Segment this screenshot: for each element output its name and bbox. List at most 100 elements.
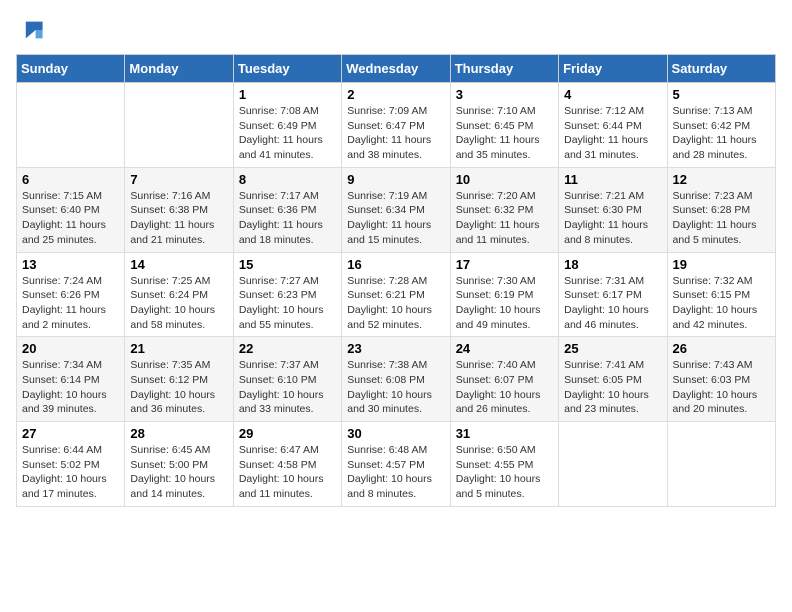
calendar-cell: 15 Sunrise: 7:27 AMSunset: 6:23 PMDayligh… xyxy=(233,252,341,337)
day-number: 5 xyxy=(673,87,770,102)
day-info: Sunrise: 7:20 AMSunset: 6:32 PMDaylight:… xyxy=(456,189,553,248)
calendar-cell xyxy=(125,83,233,168)
day-info: Sunrise: 7:13 AMSunset: 6:42 PMDaylight:… xyxy=(673,104,770,163)
day-info: Sunrise: 7:37 AMSunset: 6:10 PMDaylight:… xyxy=(239,358,336,417)
calendar-cell xyxy=(667,422,775,507)
calendar-cell: 4 Sunrise: 7:12 AMSunset: 6:44 PMDaylight… xyxy=(559,83,667,168)
day-number: 26 xyxy=(673,341,770,356)
day-number: 9 xyxy=(347,172,444,187)
day-number: 11 xyxy=(564,172,661,187)
day-number: 6 xyxy=(22,172,119,187)
logo-icon xyxy=(16,16,44,44)
day-info: Sunrise: 6:45 AMSunset: 5:00 PMDaylight:… xyxy=(130,443,227,502)
day-info: Sunrise: 6:47 AMSunset: 4:58 PMDaylight:… xyxy=(239,443,336,502)
day-info: Sunrise: 7:09 AMSunset: 6:47 PMDaylight:… xyxy=(347,104,444,163)
calendar-week-row: 27Sunrise: 6:44 AMSunset: 5:02 PMDayligh… xyxy=(17,422,776,507)
calendar-cell: 29 Sunrise: 6:47 AMSunset: 4:58 PMDayligh… xyxy=(233,422,341,507)
calendar-week-row: 6 Sunrise: 7:15 AMSunset: 6:40 PMDaylight… xyxy=(17,167,776,252)
day-number: 2 xyxy=(347,87,444,102)
calendar-week-row: 1 Sunrise: 7:08 AMSunset: 6:49 PMDaylight… xyxy=(17,83,776,168)
weekday-header-row: SundayMondayTuesdayWednesdayThursdayFrid… xyxy=(17,55,776,83)
day-number: 14 xyxy=(130,257,227,272)
day-info: Sunrise: 7:24 AMSunset: 6:26 PMDaylight:… xyxy=(22,274,119,333)
day-info: Sunrise: 7:16 AMSunset: 6:38 PMDaylight:… xyxy=(130,189,227,248)
day-info: Sunrise: 7:08 AMSunset: 6:49 PMDaylight:… xyxy=(239,104,336,163)
day-number: 1 xyxy=(239,87,336,102)
calendar-cell xyxy=(17,83,125,168)
day-info: Sunrise: 7:34 AMSunset: 6:14 PMDaylight:… xyxy=(22,358,119,417)
calendar-week-row: 13 Sunrise: 7:24 AMSunset: 6:26 PMDayligh… xyxy=(17,252,776,337)
calendar-cell xyxy=(559,422,667,507)
day-info: Sunrise: 7:31 AMSunset: 6:17 PMDaylight:… xyxy=(564,274,661,333)
day-info: Sunrise: 6:50 AMSunset: 4:55 PMDaylight:… xyxy=(456,443,553,502)
day-info: Sunrise: 7:17 AMSunset: 6:36 PMDaylight:… xyxy=(239,189,336,248)
weekday-header: Friday xyxy=(559,55,667,83)
day-number: 31 xyxy=(456,426,553,441)
weekday-header: Wednesday xyxy=(342,55,450,83)
day-info: Sunrise: 7:32 AMSunset: 6:15 PMDaylight:… xyxy=(673,274,770,333)
day-info: Sunrise: 7:35 AMSunset: 6:12 PMDaylight:… xyxy=(130,358,227,417)
day-number: 18 xyxy=(564,257,661,272)
calendar-cell: 9 Sunrise: 7:19 AMSunset: 6:34 PMDaylight… xyxy=(342,167,450,252)
calendar-cell: 27Sunrise: 6:44 AMSunset: 5:02 PMDayligh… xyxy=(17,422,125,507)
calendar-cell: 20 Sunrise: 7:34 AMSunset: 6:14 PMDayligh… xyxy=(17,337,125,422)
calendar-cell: 11 Sunrise: 7:21 AMSunset: 6:30 PMDayligh… xyxy=(559,167,667,252)
calendar-cell: 5 Sunrise: 7:13 AMSunset: 6:42 PMDaylight… xyxy=(667,83,775,168)
day-number: 8 xyxy=(239,172,336,187)
day-info: Sunrise: 6:48 AMSunset: 4:57 PMDaylight:… xyxy=(347,443,444,502)
weekday-header: Tuesday xyxy=(233,55,341,83)
day-number: 16 xyxy=(347,257,444,272)
day-number: 24 xyxy=(456,341,553,356)
weekday-header: Saturday xyxy=(667,55,775,83)
calendar-cell: 1 Sunrise: 7:08 AMSunset: 6:49 PMDaylight… xyxy=(233,83,341,168)
calendar-cell: 25 Sunrise: 7:41 AMSunset: 6:05 PMDayligh… xyxy=(559,337,667,422)
day-info: Sunrise: 7:12 AMSunset: 6:44 PMDaylight:… xyxy=(564,104,661,163)
calendar-cell: 13 Sunrise: 7:24 AMSunset: 6:26 PMDayligh… xyxy=(17,252,125,337)
day-number: 15 xyxy=(239,257,336,272)
calendar-cell: 12 Sunrise: 7:23 AMSunset: 6:28 PMDayligh… xyxy=(667,167,775,252)
day-number: 20 xyxy=(22,341,119,356)
weekday-header: Monday xyxy=(125,55,233,83)
day-number: 13 xyxy=(22,257,119,272)
day-info: Sunrise: 7:38 AMSunset: 6:08 PMDaylight:… xyxy=(347,358,444,417)
day-info: Sunrise: 7:40 AMSunset: 6:07 PMDaylight:… xyxy=(456,358,553,417)
weekday-header: Thursday xyxy=(450,55,558,83)
calendar-cell: 18 Sunrise: 7:31 AMSunset: 6:17 PMDayligh… xyxy=(559,252,667,337)
logo xyxy=(16,16,48,44)
day-info: Sunrise: 7:19 AMSunset: 6:34 PMDaylight:… xyxy=(347,189,444,248)
day-info: Sunrise: 7:10 AMSunset: 6:45 PMDaylight:… xyxy=(456,104,553,163)
day-number: 22 xyxy=(239,341,336,356)
day-info: Sunrise: 7:15 AMSunset: 6:40 PMDaylight:… xyxy=(22,189,119,248)
day-number: 17 xyxy=(456,257,553,272)
calendar-cell: 30 Sunrise: 6:48 AMSunset: 4:57 PMDayligh… xyxy=(342,422,450,507)
page-header xyxy=(16,16,776,44)
day-number: 3 xyxy=(456,87,553,102)
calendar-cell: 28 Sunrise: 6:45 AMSunset: 5:00 PMDayligh… xyxy=(125,422,233,507)
day-info: Sunrise: 7:27 AMSunset: 6:23 PMDaylight:… xyxy=(239,274,336,333)
calendar-cell: 24 Sunrise: 7:40 AMSunset: 6:07 PMDayligh… xyxy=(450,337,558,422)
calendar-cell: 26Sunrise: 7:43 AMSunset: 6:03 PMDayligh… xyxy=(667,337,775,422)
calendar-cell: 8 Sunrise: 7:17 AMSunset: 6:36 PMDaylight… xyxy=(233,167,341,252)
day-number: 29 xyxy=(239,426,336,441)
day-info: Sunrise: 7:41 AMSunset: 6:05 PMDaylight:… xyxy=(564,358,661,417)
day-number: 12 xyxy=(673,172,770,187)
day-info: Sunrise: 7:23 AMSunset: 6:28 PMDaylight:… xyxy=(673,189,770,248)
day-number: 25 xyxy=(564,341,661,356)
day-number: 27 xyxy=(22,426,119,441)
weekday-header: Sunday xyxy=(17,55,125,83)
calendar-cell: 2 Sunrise: 7:09 AMSunset: 6:47 PMDaylight… xyxy=(342,83,450,168)
calendar-cell: 3 Sunrise: 7:10 AMSunset: 6:45 PMDaylight… xyxy=(450,83,558,168)
calendar-week-row: 20 Sunrise: 7:34 AMSunset: 6:14 PMDayligh… xyxy=(17,337,776,422)
day-number: 23 xyxy=(347,341,444,356)
day-number: 30 xyxy=(347,426,444,441)
day-info: Sunrise: 7:21 AMSunset: 6:30 PMDaylight:… xyxy=(564,189,661,248)
day-number: 21 xyxy=(130,341,227,356)
calendar-cell: 22 Sunrise: 7:37 AMSunset: 6:10 PMDayligh… xyxy=(233,337,341,422)
calendar-cell: 23 Sunrise: 7:38 AMSunset: 6:08 PMDayligh… xyxy=(342,337,450,422)
day-number: 4 xyxy=(564,87,661,102)
day-number: 28 xyxy=(130,426,227,441)
calendar-cell: 21 Sunrise: 7:35 AMSunset: 6:12 PMDayligh… xyxy=(125,337,233,422)
calendar-cell: 16Sunrise: 7:28 AMSunset: 6:21 PMDayligh… xyxy=(342,252,450,337)
day-number: 10 xyxy=(456,172,553,187)
calendar-cell: 17Sunrise: 7:30 AMSunset: 6:19 PMDayligh… xyxy=(450,252,558,337)
